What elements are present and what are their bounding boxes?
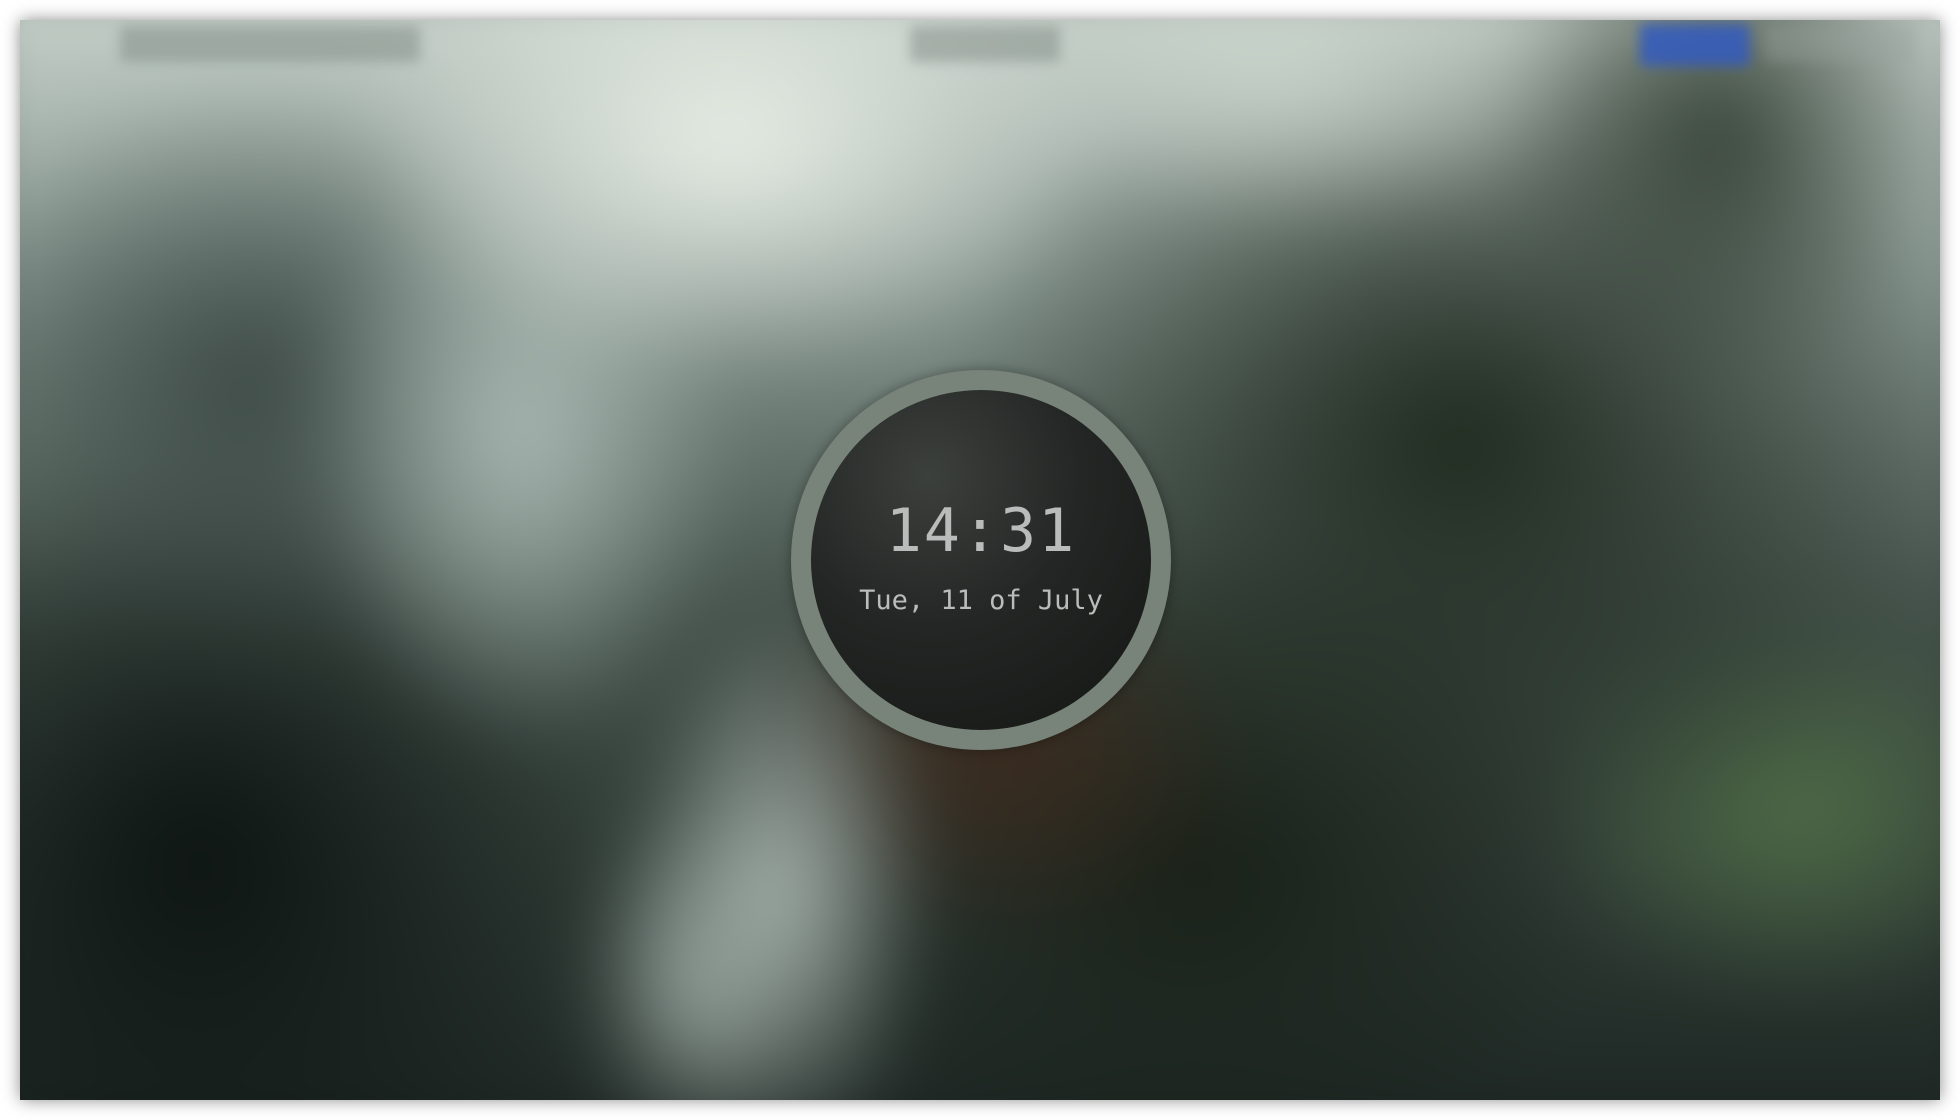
clock-face: 14:31 Tue, 11 of July xyxy=(811,390,1151,730)
clock-ring: 14:31 Tue, 11 of July xyxy=(791,370,1171,750)
blurred-bar-accent xyxy=(1640,24,1750,66)
clock-time: 14:31 xyxy=(885,495,1077,566)
blurred-bar-workspaces xyxy=(120,26,420,62)
blurred-bar-status xyxy=(1765,26,1915,62)
clock-date: Tue, 11 of July xyxy=(859,584,1103,616)
lock-screen: 14:31 Tue, 11 of July xyxy=(20,20,1940,1100)
blurred-bar-center xyxy=(910,26,1060,62)
